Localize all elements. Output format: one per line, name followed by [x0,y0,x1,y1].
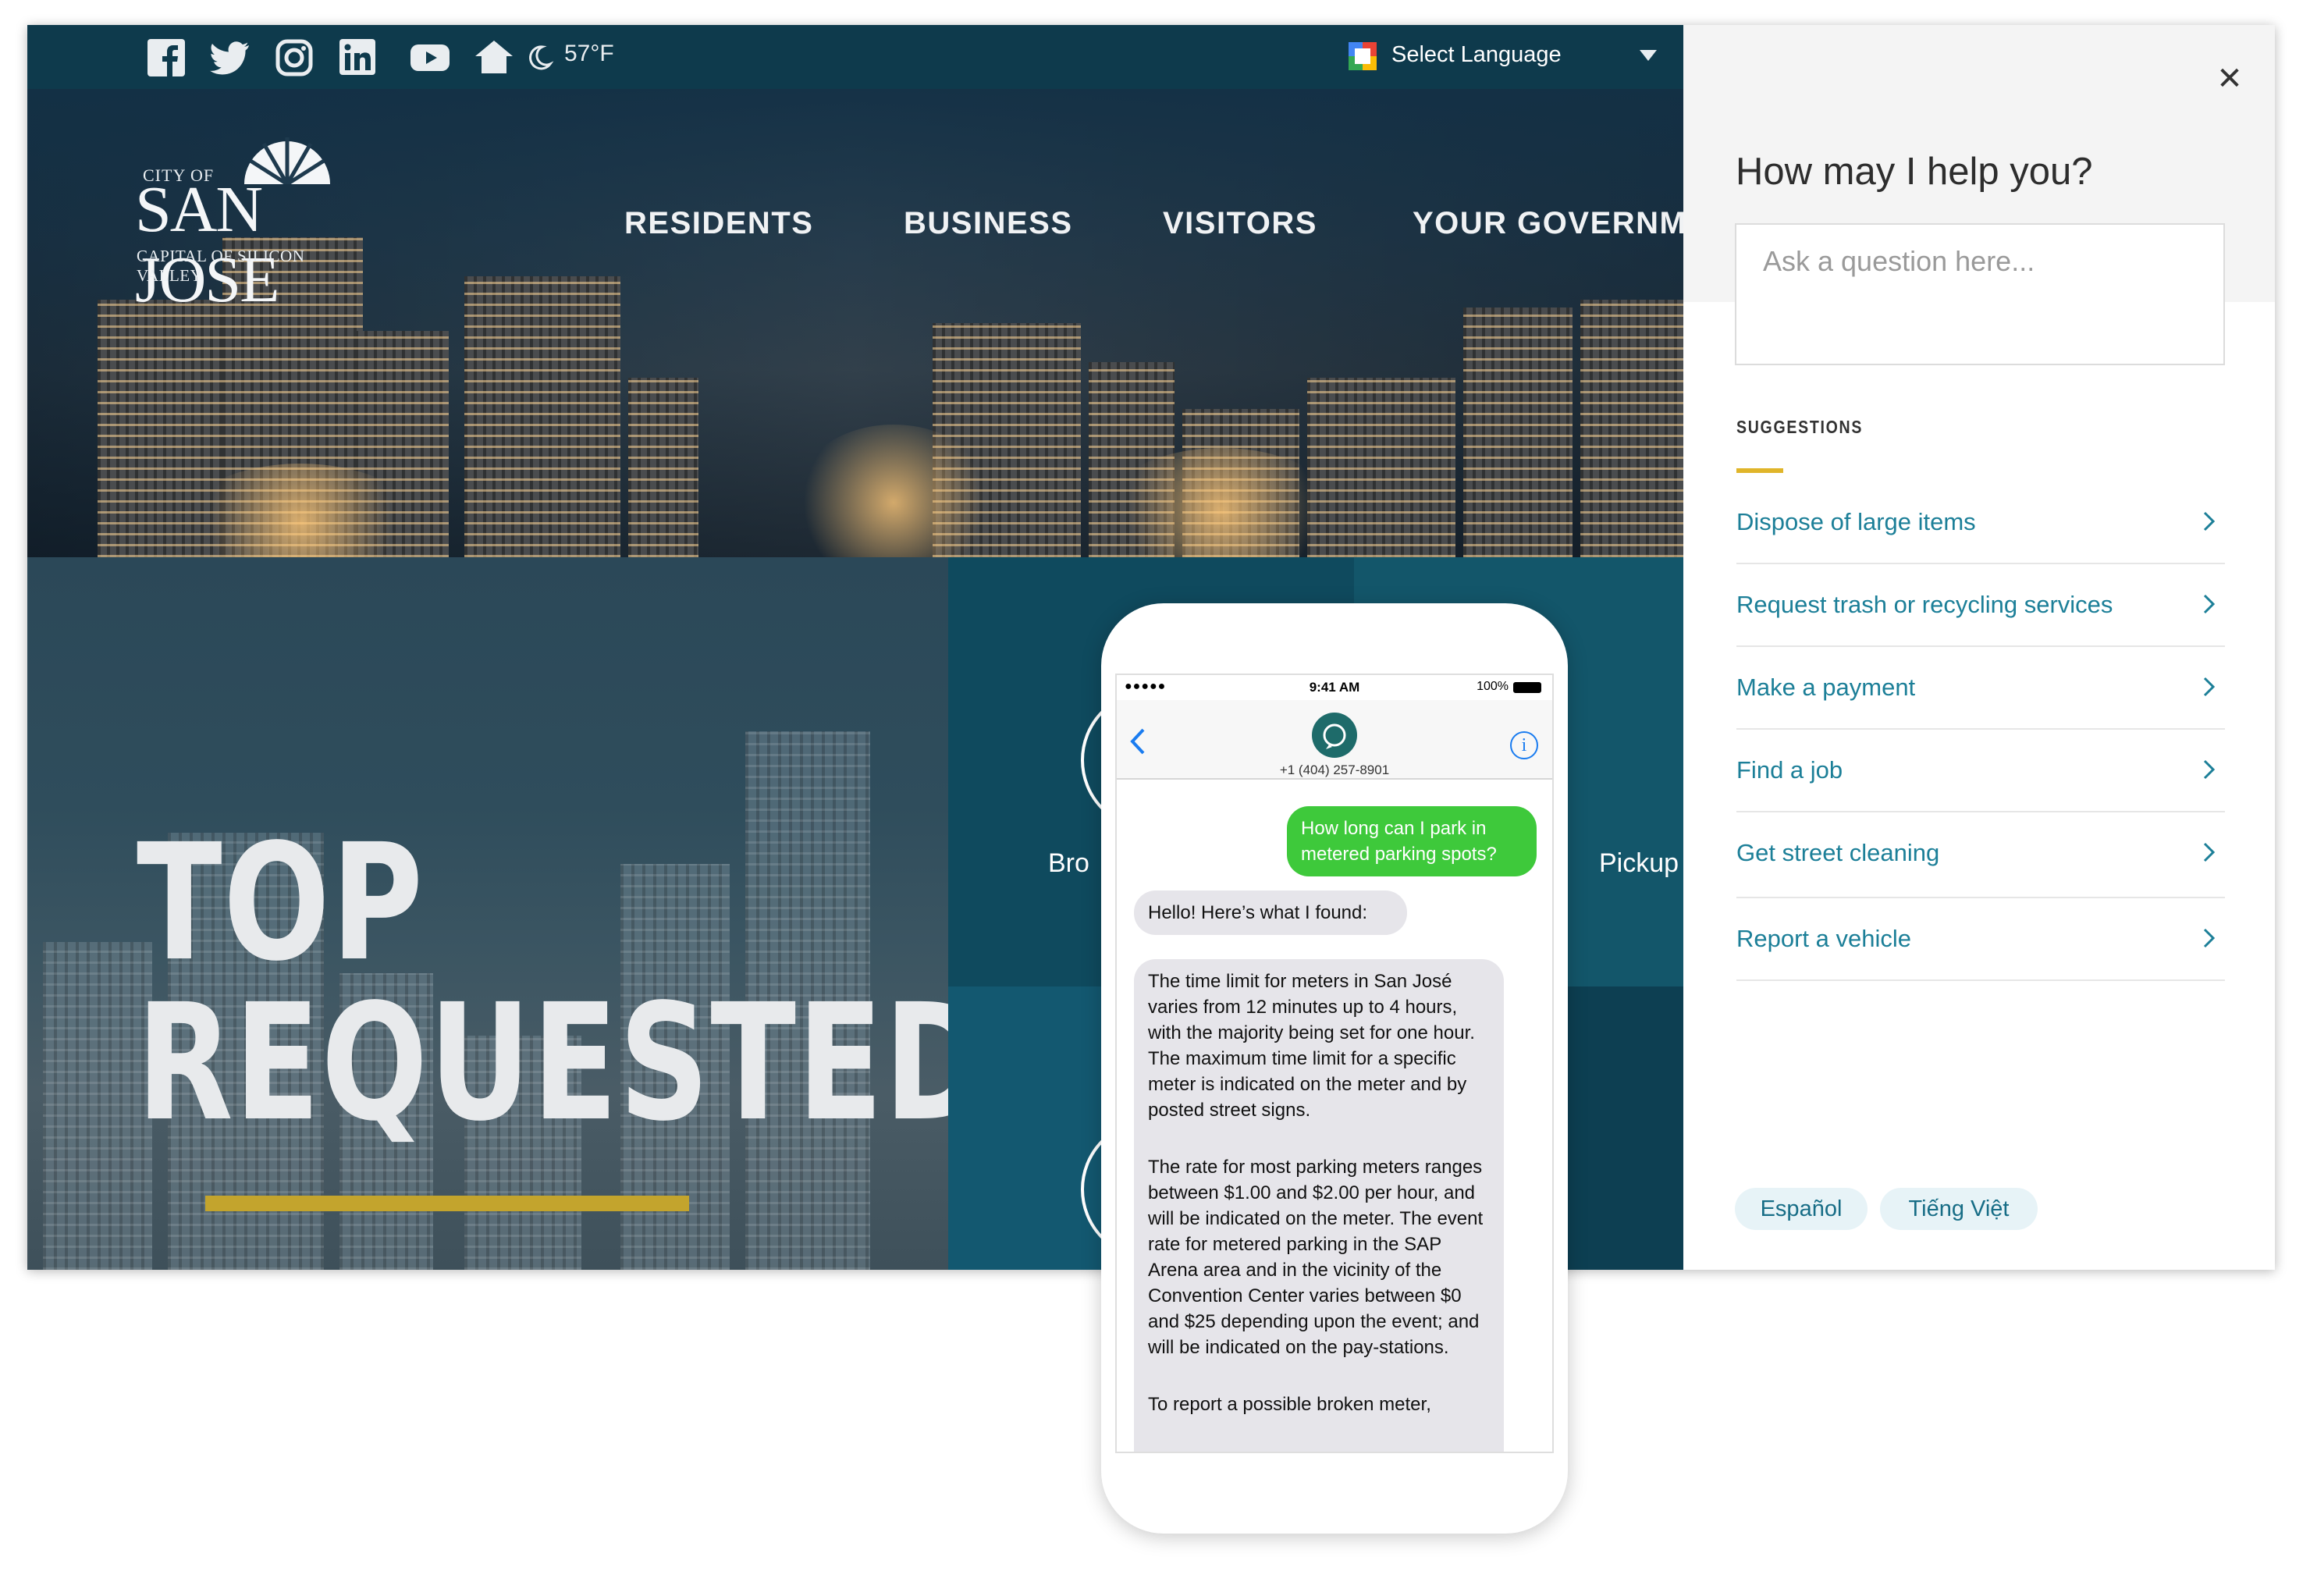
suggestion-label: Find a job [1736,756,1843,784]
chevron-down-icon[interactable] [1640,50,1657,61]
service-tile-label: Bro [1048,848,1089,878]
nav-your-government[interactable]: YOUR GOVERNM [1413,206,1683,241]
bot-avatar [1312,713,1357,758]
suggestion-make-payment[interactable]: Make a payment [1736,647,2225,730]
suggestion-label: Request trash or recycling services [1736,591,2113,618]
answer-paragraph: The rate for most parking meters ranges … [1148,1157,1484,1358]
nextdoor-icon[interactable] [474,37,514,78]
hero-banner: CITY OF SAN JOSE CAPITAL OF SILICON VALL… [27,89,1683,557]
chevron-right-icon [2203,759,2216,780]
suggestion-label: Dispose of large items [1736,508,1976,535]
logo-city-name: SAN JOSE [135,173,279,316]
twitter-icon[interactable] [210,37,251,78]
close-icon[interactable]: ✕ [2211,60,2248,98]
temperature-readout: 57°F [564,41,614,66]
suggestion-find-job[interactable]: Find a job [1736,730,2225,812]
incoming-message-answer: The time limit for meters in San José va… [1134,959,1504,1452]
sms-screen: ●●●●● 9:41 AM 100% +1 (404) 257-8901 i H… [1115,674,1554,1453]
outgoing-message: How long can I park in metered parking s… [1287,806,1537,876]
moon-icon [524,37,555,78]
suggestion-street-cleaning[interactable]: Get street cleaning [1736,812,2225,898]
chevron-right-icon [2203,842,2216,862]
incoming-message: Hello! Here’s what I found: [1134,890,1407,935]
panel-heading: How may I help you? [1736,151,2093,193]
top-requested-banner: TOP REQUESTED [27,557,948,1270]
suggestions-label: SUGGESTIONS [1736,417,1864,437]
answer-paragraph: The time limit for meters in San José va… [1148,971,1475,1121]
section-title-line1: TOP [137,809,425,997]
facebook-icon[interactable] [146,37,187,78]
question-box[interactable] [1735,223,2225,365]
back-chevron-icon[interactable] [1128,727,1148,756]
contact-number: +1 (404) 257-8901 [1279,762,1390,777]
status-bar: ●●●●● 9:41 AM 100% [1117,675,1552,700]
instagram-icon[interactable] [274,37,315,78]
language-vietnamese-button[interactable]: Tiếng Việt [1880,1188,2038,1230]
conversation-header: +1 (404) 257-8901 i [1117,700,1552,780]
suggestion-dispose-large-items[interactable]: Dispose of large items [1736,482,2225,564]
suggestion-label: Get street cleaning [1736,839,1940,866]
suggestion-label: Make a payment [1736,674,1916,701]
phone-mockup: ●●●●● 9:41 AM 100% +1 (404) 257-8901 i H… [1101,603,1568,1534]
battery-icon [1513,682,1541,693]
nav-visitors[interactable]: VISITORS [1163,206,1317,241]
nav-business[interactable]: BUSINESS [904,206,1073,241]
language-select-label[interactable]: Select Language [1391,42,1562,68]
utility-bar: 57°F Select Language [27,25,1683,89]
title-underline [205,1196,689,1211]
answer-paragraph: To report a possible broken meter, [1148,1394,1431,1415]
chevron-right-icon [2203,928,2216,948]
chat-bubble-icon [1323,723,1346,749]
info-icon[interactable]: i [1510,731,1538,759]
logo-tagline: CAPITAL OF SILICON VALLEY [137,247,305,285]
youtube-icon[interactable] [410,37,450,78]
service-tile-label: Pickup [1599,848,1679,878]
chevron-right-icon [2203,594,2216,614]
google-translate-icon [1349,42,1377,70]
city-logo[interactable]: CITY OF SAN JOSE CAPITAL OF SILICON VALL… [135,120,369,315]
suggestion-request-trash[interactable]: Request trash or recycling services [1736,564,2225,647]
language-spanish-button[interactable]: Español [1735,1188,1868,1230]
suggestion-report-vehicle[interactable]: Report a vehicle [1736,898,2225,981]
nav-residents[interactable]: RESIDENTS [624,206,813,241]
suggestions-underline [1736,468,1783,473]
section-title-line2: REQUESTED [137,969,948,1157]
help-chat-panel: ✕ How may I help you? SUGGESTIONS Dispos… [1683,25,2275,1270]
linkedin-icon[interactable] [338,37,378,78]
question-input[interactable] [1736,225,2223,364]
battery-percent: 100% [1477,680,1509,693]
chevron-right-icon [2203,677,2216,697]
suggestions-list: Dispose of large items Request trash or … [1736,482,2225,981]
suggestion-label: Report a vehicle [1736,925,1912,952]
chevron-right-icon [2203,511,2216,531]
